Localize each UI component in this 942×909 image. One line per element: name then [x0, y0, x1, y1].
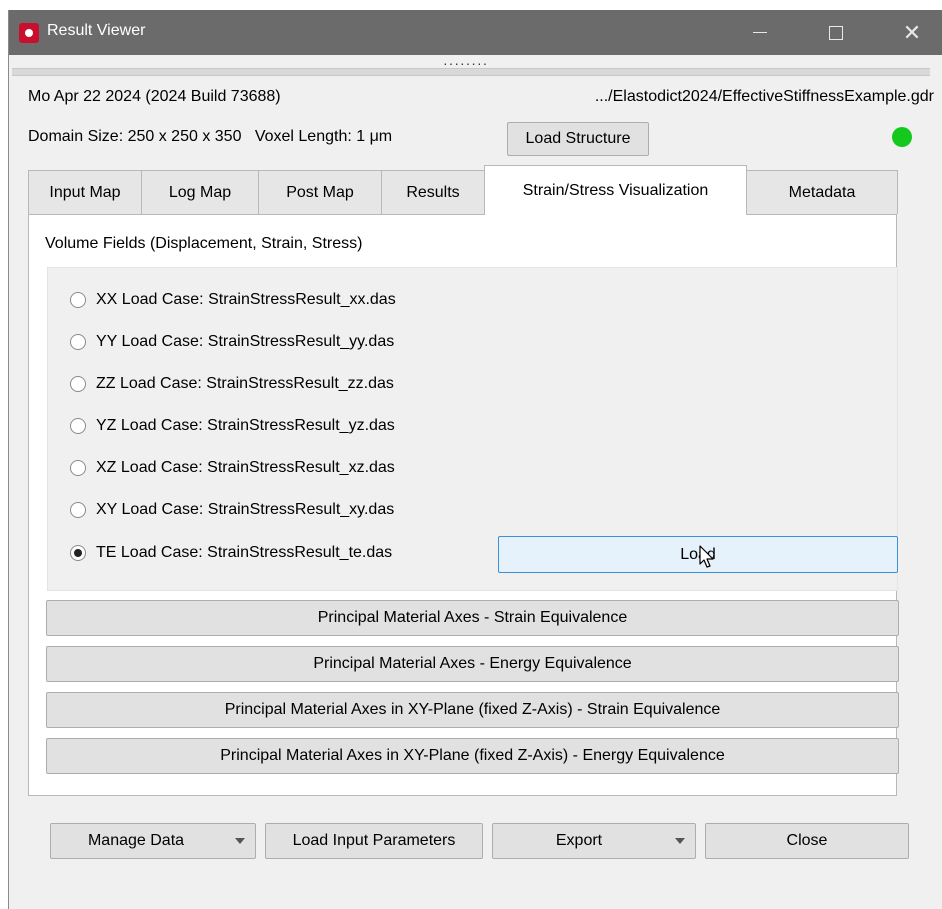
tab-input-map[interactable]: Input Map — [28, 170, 142, 214]
close-window-button[interactable]: ✕ — [889, 10, 935, 55]
radio-label: XZ Load Case: StrainStressResult_xz.das — [96, 459, 395, 476]
section-title: Volume Fields (Displacement, Strain, Str… — [45, 235, 363, 252]
radio-icon[interactable] — [70, 334, 86, 350]
manage-data-label: Manage Data — [87, 832, 185, 849]
voxel-length-label: Voxel Length: 1 μm — [254, 128, 393, 145]
radio-xy-load-case[interactable]: XY Load Case: StrainStressResult_xy.das — [70, 495, 394, 525]
app-logo-icon — [19, 23, 39, 43]
title-bar: Result Viewer ✕ — [9, 10, 942, 55]
radio-label: XY Load Case: StrainStressResult_xy.das — [96, 501, 395, 518]
status-indicator — [892, 127, 912, 147]
radio-label: XX Load Case: StrainStressResult_xx.das — [96, 291, 396, 308]
date-build-label: Mo Apr 22 2024 (2024 Build 73688) — [28, 88, 281, 105]
load-structure-button[interactable]: Load Structure — [507, 122, 649, 156]
minimize-button[interactable] — [737, 10, 783, 55]
chevron-down-icon — [675, 838, 685, 844]
splitter-bar[interactable] — [12, 68, 930, 76]
minimize-icon — [753, 32, 767, 33]
maximize-icon — [829, 25, 843, 40]
tab-log-map[interactable]: Log Map — [141, 170, 259, 214]
close-icon: ✕ — [902, 19, 922, 45]
radio-zz-load-case[interactable]: ZZ Load Case: StrainStressResult_zz.das — [70, 369, 394, 399]
mouse-cursor-icon — [699, 545, 714, 568]
radio-yy-load-case[interactable]: YY Load Case: StrainStressResult_yy.das — [70, 327, 394, 357]
radio-icon[interactable] — [70, 292, 86, 308]
tab-post-map[interactable]: Post Map — [258, 170, 382, 214]
radio-xx-load-case[interactable]: XX Load Case: StrainStressResult_xx.das — [70, 285, 396, 315]
tab-strain-stress-visualization[interactable]: Strain/Stress Visualization — [484, 165, 747, 215]
principal-axes-strain-button[interactable]: Principal Material Axes - Strain Equival… — [46, 600, 899, 636]
maximize-button[interactable] — [813, 10, 859, 55]
radio-label: ZZ Load Case: StrainStressResult_zz.das — [96, 375, 394, 392]
radio-icon[interactable] — [70, 376, 86, 392]
splitter-handle-icon[interactable]: ········ — [443, 56, 488, 70]
close-button[interactable]: Close — [705, 823, 909, 859]
load-case-group: XX Load Case: StrainStressResult_xx.das … — [47, 267, 898, 591]
radio-icon[interactable] — [70, 502, 86, 518]
radio-label: YZ Load Case: StrainStressResult_yz.das — [96, 417, 395, 434]
load-input-parameters-button[interactable]: Load Input Parameters — [265, 823, 483, 859]
radio-icon[interactable] — [70, 418, 86, 434]
radio-label: TE Load Case: StrainStressResult_te.das — [96, 544, 393, 561]
window-title: Result Viewer — [47, 22, 146, 39]
radio-xz-load-case[interactable]: XZ Load Case: StrainStressResult_xz.das — [70, 453, 395, 483]
chevron-down-icon — [235, 838, 245, 844]
domain-size-label: Domain Size: 250 x 250 x 350 — [28, 128, 242, 145]
export-label: Export — [555, 832, 603, 849]
principal-axes-xy-energy-button[interactable]: Principal Material Axes in XY-Plane (fix… — [46, 738, 899, 774]
manage-data-button[interactable]: Manage Data — [50, 823, 256, 859]
radio-te-load-case[interactable]: TE Load Case: StrainStressResult_te.das — [70, 538, 392, 568]
radio-label: YY Load Case: StrainStressResult_yy.das — [96, 333, 395, 350]
file-path-label: .../Elastodict2024/EffectiveStiffnessExa… — [594, 88, 934, 105]
principal-axes-xy-strain-button[interactable]: Principal Material Axes in XY-Plane (fix… — [46, 692, 899, 728]
radio-icon[interactable] — [70, 545, 86, 561]
tab-results[interactable]: Results — [381, 170, 485, 214]
principal-axes-energy-button[interactable]: Principal Material Axes - Energy Equival… — [46, 646, 899, 682]
domain-info: Domain Size: 250 x 250 x 350 Voxel Lengt… — [28, 128, 392, 146]
tab-metadata[interactable]: Metadata — [746, 170, 898, 214]
radio-yz-load-case[interactable]: YZ Load Case: StrainStressResult_yz.das — [70, 411, 395, 441]
radio-icon[interactable] — [70, 460, 86, 476]
export-button[interactable]: Export — [492, 823, 696, 859]
